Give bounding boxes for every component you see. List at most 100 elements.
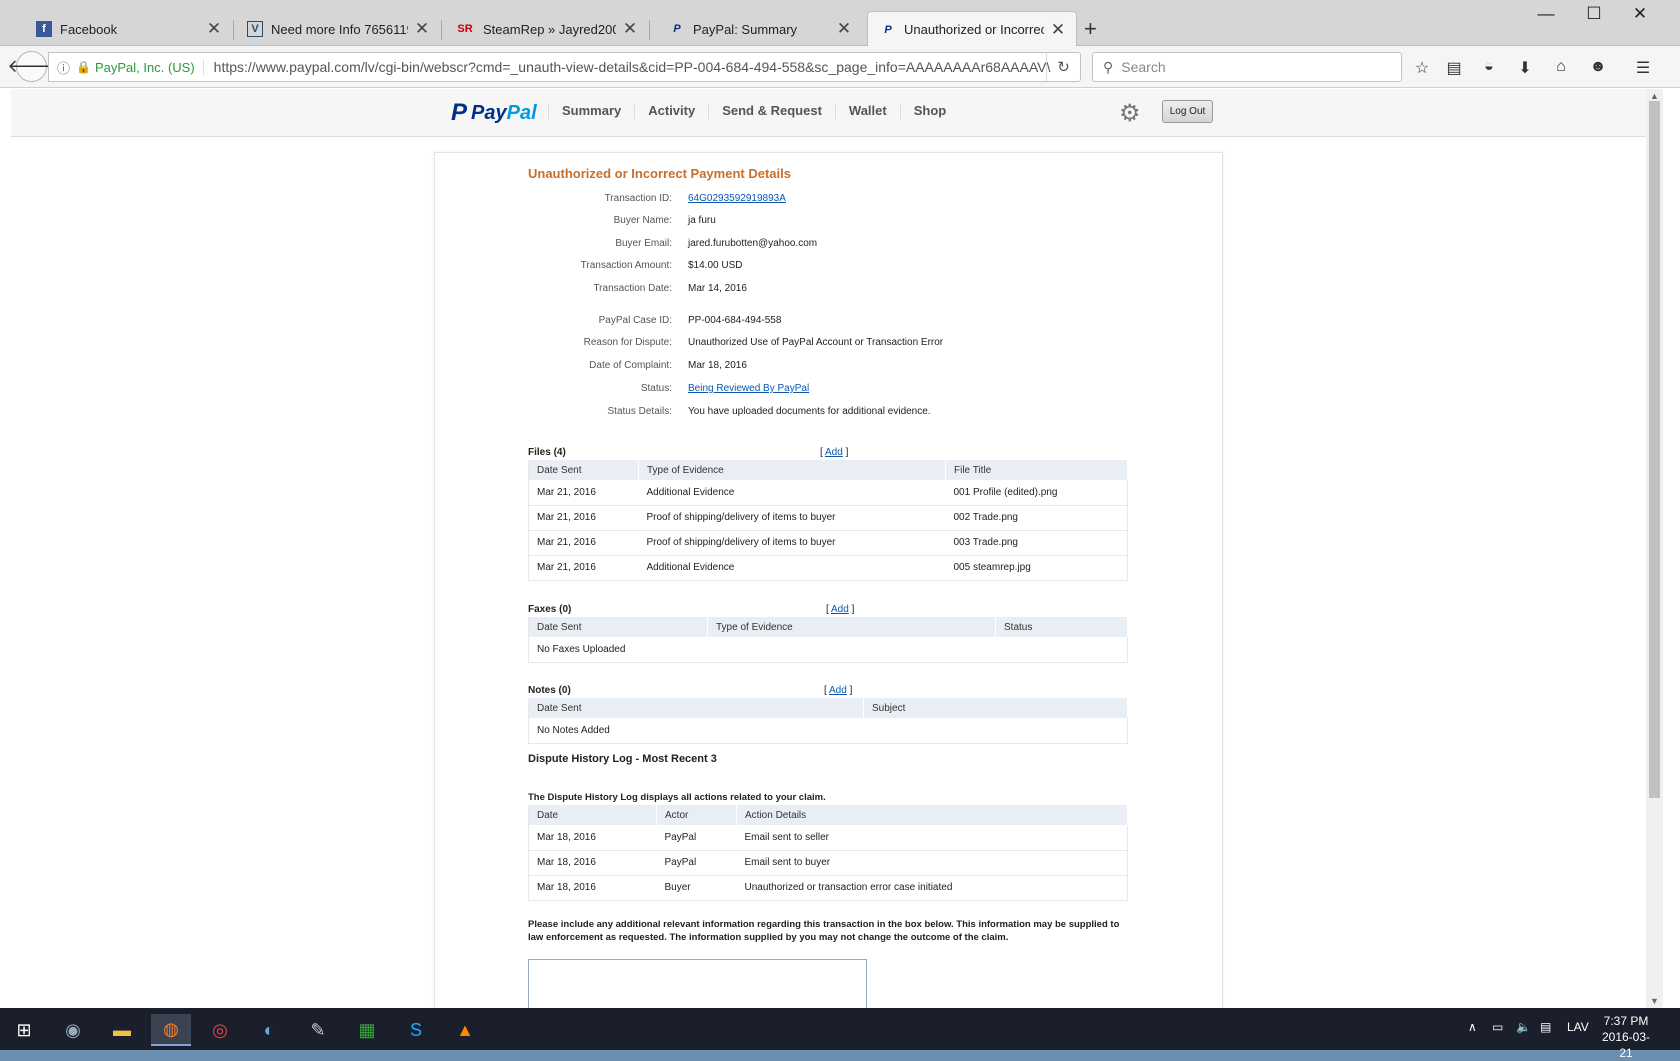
- facebook-icon: f: [36, 21, 52, 37]
- tray-chevron-icon[interactable]: ∧: [1468, 1020, 1477, 1034]
- close-icon[interactable]: ✕: [836, 19, 852, 39]
- logout-button[interactable]: Log Out: [1162, 100, 1213, 123]
- tab-facebook[interactable]: f Facebook ✕: [24, 12, 232, 46]
- clock[interactable]: 7:37 PM 2016-03-21: [1596, 1013, 1656, 1061]
- nav-send-request[interactable]: Send & Request: [708, 103, 835, 119]
- paypal-nav: Summary Activity Send & Request Wallet S…: [548, 103, 959, 119]
- navigation-toolbar: 🡐 ⓘ 🔒 PayPal, Inc. (US) https://www.payp…: [0, 46, 1680, 88]
- detail-row: Buyer Email: jared.furubotten@yahoo.com: [615, 238, 818, 249]
- detail-row: PayPal Case ID: PP-004-684-494-558: [598, 315, 782, 326]
- files-title: Files (4): [528, 447, 566, 458]
- tab-title: PayPal: Summary: [693, 21, 798, 37]
- detail-row: Status: Being Reviewed By PayPal: [640, 383, 810, 394]
- volume-icon[interactable]: 🔈: [1516, 1020, 1531, 1034]
- detail-row: Date of Complaint: Mar 18, 2016: [589, 360, 747, 371]
- search-icon: ⚲: [1103, 58, 1114, 75]
- page-title: Unauthorized or Incorrect Payment Detail…: [528, 166, 791, 181]
- language-indicator[interactable]: LAV: [1567, 1020, 1589, 1034]
- tab-need-more-info[interactable]: V Need more Info 76561198... ✕: [235, 12, 440, 46]
- paypal-logo[interactable]: P Pay Pal: [451, 99, 537, 127]
- detail-row: Status Details: You have uploaded documen…: [607, 406, 931, 417]
- bookmark-star-icon[interactable]: ☆: [1411, 58, 1433, 78]
- app-icon[interactable]: ◐: [249, 1014, 289, 1046]
- detail-row: Transaction Amount: $14.00 USD: [580, 260, 743, 271]
- paypal-logo-icon: P: [451, 99, 468, 126]
- history-title: Dispute History Log - Most Recent 3: [528, 753, 717, 765]
- pocket-icon[interactable]: ◒: [1478, 58, 1500, 76]
- history-subtitle: The Dispute History Log displays all act…: [528, 792, 826, 803]
- add-fax-link[interactable]: Add: [831, 604, 849, 615]
- steamrep-icon: SR: [457, 23, 473, 35]
- paypal-icon: P: [884, 23, 892, 36]
- notification-icon[interactable]: ▤: [1540, 1020, 1551, 1034]
- add-file-link[interactable]: Add: [825, 447, 843, 458]
- home-icon[interactable]: ⌂: [1550, 58, 1572, 76]
- status-link[interactable]: Being Reviewed By PayPal: [688, 383, 809, 394]
- firefox-icon[interactable]: ◍: [151, 1014, 191, 1046]
- tab-title: SteamRep » Jayred2000 cs...: [483, 21, 616, 37]
- reading-list-icon[interactable]: ▤: [1443, 58, 1465, 78]
- site-identity[interactable]: PayPal, Inc. (US): [95, 59, 204, 75]
- paypal-icon: P: [673, 23, 681, 35]
- gear-icon[interactable]: ⚙: [1119, 99, 1141, 128]
- additional-info-note: Please include any additional relevant i…: [528, 919, 1120, 943]
- table-row: No Faxes Uploaded: [528, 637, 1128, 663]
- nav-wallet[interactable]: Wallet: [834, 103, 900, 119]
- table-row: Mar 18, 2016 PayPal Email sent to buyer: [528, 850, 1128, 876]
- tab-unauthorized-details[interactable]: P Unauthorized or Incorrect ... ✕: [867, 11, 1077, 47]
- page-content: P Pay Pal Summary Activity Send & Request…: [11, 89, 1646, 1008]
- additional-info-textarea[interactable]: [528, 959, 867, 1008]
- close-icon[interactable]: ✕: [1050, 20, 1066, 40]
- close-icon[interactable]: ✕: [206, 19, 222, 39]
- excel-icon[interactable]: ▦: [347, 1014, 387, 1046]
- history-table: Date Actor Action Details Mar 18, 2016 PayP…: [528, 805, 1128, 901]
- table-row: Mar 18, 2016 Buyer Unauthorized or transac…: [528, 875, 1128, 901]
- nav-activity[interactable]: Activity: [634, 103, 708, 119]
- nav-shop[interactable]: Shop: [899, 103, 960, 119]
- chrome-icon[interactable]: ◎: [200, 1014, 240, 1046]
- faxes-add: [ Add ]: [826, 604, 855, 615]
- info-icon[interactable]: ⓘ: [57, 58, 70, 77]
- download-icon[interactable]: ⬇: [1514, 58, 1536, 78]
- extension-icon[interactable]: ☻: [1587, 58, 1609, 76]
- scrollbar-thumb[interactable]: [1649, 101, 1660, 798]
- file-explorer-icon[interactable]: ▬: [102, 1014, 142, 1046]
- taskbar: ⊞ ◉ ▬ ◍ ◎ ◐ ✎ ▦ S ▲ ∧ ▭ 🔈 ▤ LAV 7:37 PM …: [0, 1008, 1680, 1060]
- paint-icon[interactable]: ✎: [298, 1014, 338, 1046]
- window-close-icon[interactable]: ✕: [1620, 4, 1660, 24]
- detail-row: Buyer Name: ja furu: [613, 215, 716, 226]
- search-bar[interactable]: ⚲ Search: [1092, 52, 1402, 82]
- close-icon[interactable]: ✕: [414, 19, 430, 39]
- url-text[interactable]: https://www.paypal.com/lv/cgi-bin/webscr…: [214, 59, 1064, 75]
- reload-icon[interactable]: ↻: [1046, 53, 1080, 81]
- steam-icon[interactable]: ◉: [53, 1014, 93, 1046]
- nav-summary[interactable]: Summary: [548, 103, 634, 119]
- files-add: [ Add ]: [820, 447, 849, 458]
- scroll-up-icon[interactable]: ▲: [1650, 91, 1659, 101]
- back-arrow-icon[interactable]: 🡐: [7, 51, 56, 82]
- page-scrollbar[interactable]: ▲ ▼: [1646, 89, 1663, 1008]
- add-note-link[interactable]: Add: [829, 685, 847, 696]
- tab-steamrep[interactable]: SR SteamRep » Jayred2000 cs... ✕: [443, 12, 648, 46]
- transaction-id-link[interactable]: 64G0293592919893A: [688, 193, 786, 204]
- table-row: Mar 21, 2016 Additional Evidence 001 Profi…: [528, 480, 1128, 506]
- url-bar[interactable]: ⓘ 🔒 PayPal, Inc. (US) https://www.paypal…: [48, 52, 1081, 82]
- windows-start-icon[interactable]: ⊞: [4, 1014, 44, 1046]
- lock-icon: 🔒: [76, 60, 91, 74]
- maximize-icon[interactable]: ☐: [1574, 4, 1614, 24]
- paypal-header: P Pay Pal Summary Activity Send & Request…: [11, 89, 1646, 137]
- detail-row: Transaction ID: 64G0293592919893A: [604, 193, 786, 204]
- tab-title: Facebook: [60, 21, 118, 37]
- files-table: Date Sent Type of Evidence File Title Mar …: [528, 460, 1128, 581]
- detail-row: Reason for Dispute: Unauthorized Use of P…: [583, 337, 944, 348]
- menu-icon[interactable]: ☰: [1632, 58, 1654, 78]
- network-icon[interactable]: ▭: [1492, 1020, 1503, 1034]
- new-tab-icon[interactable]: +: [1084, 16, 1097, 42]
- minimize-icon[interactable]: —: [1526, 4, 1566, 24]
- close-icon[interactable]: ✕: [622, 19, 638, 39]
- table-row: Mar 21, 2016 Proof of shipping/delivery o…: [528, 505, 1128, 531]
- vlc-icon[interactable]: ▲: [445, 1014, 485, 1046]
- skype-icon[interactable]: S: [396, 1014, 436, 1046]
- tab-paypal-summary[interactable]: P PayPal: Summary ✕: [657, 12, 862, 46]
- scroll-down-icon[interactable]: ▼: [1650, 996, 1659, 1006]
